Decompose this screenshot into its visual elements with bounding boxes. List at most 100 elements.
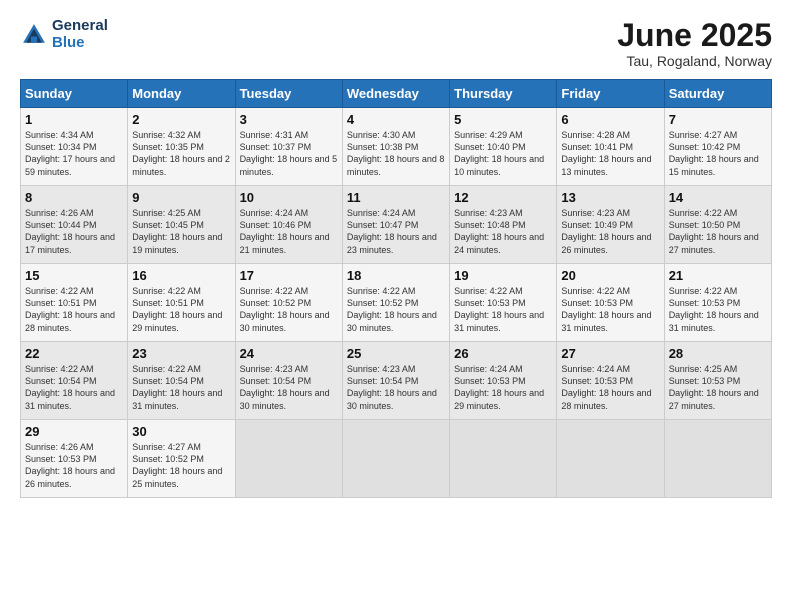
cell-day-number: 25: [347, 346, 445, 361]
calendar-cell: 26 Sunrise: 4:24 AMSunset: 10:53 PMDayli…: [450, 342, 557, 420]
cell-day-number: 18: [347, 268, 445, 283]
calendar-cell: 8 Sunrise: 4:26 AMSunset: 10:44 PMDaylig…: [21, 186, 128, 264]
cell-day-number: 17: [240, 268, 338, 283]
cell-info: Sunrise: 4:32 AMSunset: 10:35 PMDaylight…: [132, 130, 230, 176]
calendar-subtitle: Tau, Rogaland, Norway: [617, 53, 772, 69]
calendar-cell: 15 Sunrise: 4:22 AMSunset: 10:51 PMDayli…: [21, 264, 128, 342]
cell-info: Sunrise: 4:24 AMSunset: 10:46 PMDaylight…: [240, 208, 330, 254]
calendar-cell: 21 Sunrise: 4:22 AMSunset: 10:53 PMDayli…: [664, 264, 771, 342]
calendar-cell: [450, 420, 557, 498]
cell-day-number: 1: [25, 112, 123, 127]
calendar-cell: [235, 420, 342, 498]
cell-day-number: 3: [240, 112, 338, 127]
calendar-cell: 11 Sunrise: 4:24 AMSunset: 10:47 PMDayli…: [342, 186, 449, 264]
calendar-cell: [342, 420, 449, 498]
calendar-title: June 2025: [617, 18, 772, 53]
calendar-cell: 13 Sunrise: 4:23 AMSunset: 10:49 PMDayli…: [557, 186, 664, 264]
cell-day-number: 27: [561, 346, 659, 361]
cell-day-number: 10: [240, 190, 338, 205]
cell-day-number: 20: [561, 268, 659, 283]
cell-info: Sunrise: 4:22 AMSunset: 10:50 PMDaylight…: [669, 208, 759, 254]
calendar-cell: 9 Sunrise: 4:25 AMSunset: 10:45 PMDaylig…: [128, 186, 235, 264]
cell-info: Sunrise: 4:23 AMSunset: 10:54 PMDaylight…: [347, 364, 437, 410]
cell-info: Sunrise: 4:22 AMSunset: 10:53 PMDaylight…: [561, 286, 651, 332]
cell-day-number: 6: [561, 112, 659, 127]
cell-day-number: 14: [669, 190, 767, 205]
cell-info: Sunrise: 4:28 AMSunset: 10:41 PMDaylight…: [561, 130, 651, 176]
calendar-cell: 19 Sunrise: 4:22 AMSunset: 10:53 PMDayli…: [450, 264, 557, 342]
calendar-cell: 29 Sunrise: 4:26 AMSunset: 10:53 PMDayli…: [21, 420, 128, 498]
cell-info: Sunrise: 4:23 AMSunset: 10:54 PMDaylight…: [240, 364, 330, 410]
logo: General Blue: [20, 18, 108, 51]
cell-info: Sunrise: 4:22 AMSunset: 10:52 PMDaylight…: [240, 286, 330, 332]
cell-day-number: 16: [132, 268, 230, 283]
cell-day-number: 11: [347, 190, 445, 205]
calendar-cell: 27 Sunrise: 4:24 AMSunset: 10:53 PMDayli…: [557, 342, 664, 420]
cell-info: Sunrise: 4:24 AMSunset: 10:47 PMDaylight…: [347, 208, 437, 254]
cell-day-number: 29: [25, 424, 123, 439]
cell-day-number: 23: [132, 346, 230, 361]
calendar-cell: 17 Sunrise: 4:22 AMSunset: 10:52 PMDayli…: [235, 264, 342, 342]
cell-day-number: 7: [669, 112, 767, 127]
calendar-cell: 6 Sunrise: 4:28 AMSunset: 10:41 PMDaylig…: [557, 108, 664, 186]
cell-day-number: 28: [669, 346, 767, 361]
cell-info: Sunrise: 4:25 AMSunset: 10:45 PMDaylight…: [132, 208, 222, 254]
cell-day-number: 2: [132, 112, 230, 127]
calendar-cell: [557, 420, 664, 498]
calendar-cell: 16 Sunrise: 4:22 AMSunset: 10:51 PMDayli…: [128, 264, 235, 342]
title-block: June 2025 Tau, Rogaland, Norway: [617, 18, 772, 69]
cell-info: Sunrise: 4:31 AMSunset: 10:37 PMDaylight…: [240, 130, 338, 176]
page: General Blue June 2025 Tau, Rogaland, No…: [0, 0, 792, 612]
calendar-cell: 20 Sunrise: 4:22 AMSunset: 10:53 PMDayli…: [557, 264, 664, 342]
calendar-cell: 10 Sunrise: 4:24 AMSunset: 10:46 PMDayli…: [235, 186, 342, 264]
cell-day-number: 22: [25, 346, 123, 361]
cell-day-number: 21: [669, 268, 767, 283]
cell-info: Sunrise: 4:22 AMSunset: 10:51 PMDaylight…: [132, 286, 222, 332]
cell-day-number: 26: [454, 346, 552, 361]
cell-day-number: 13: [561, 190, 659, 205]
cell-day-number: 8: [25, 190, 123, 205]
cell-day-number: 19: [454, 268, 552, 283]
cell-info: Sunrise: 4:27 AMSunset: 10:42 PMDaylight…: [669, 130, 759, 176]
cell-info: Sunrise: 4:26 AMSunset: 10:53 PMDaylight…: [25, 442, 115, 488]
cell-info: Sunrise: 4:22 AMSunset: 10:52 PMDaylight…: [347, 286, 437, 332]
calendar-cell: 12 Sunrise: 4:23 AMSunset: 10:48 PMDayli…: [450, 186, 557, 264]
header-day: Thursday: [450, 80, 557, 108]
calendar-cell: 14 Sunrise: 4:22 AMSunset: 10:50 PMDayli…: [664, 186, 771, 264]
header-row: SundayMondayTuesdayWednesdayThursdayFrid…: [21, 80, 772, 108]
calendar-cell: 28 Sunrise: 4:25 AMSunset: 10:53 PMDayli…: [664, 342, 771, 420]
calendar-cell: 25 Sunrise: 4:23 AMSunset: 10:54 PMDayli…: [342, 342, 449, 420]
cell-info: Sunrise: 4:22 AMSunset: 10:53 PMDaylight…: [454, 286, 544, 332]
calendar-week-row: 22 Sunrise: 4:22 AMSunset: 10:54 PMDayli…: [21, 342, 772, 420]
calendar-cell: 18 Sunrise: 4:22 AMSunset: 10:52 PMDayli…: [342, 264, 449, 342]
cell-info: Sunrise: 4:27 AMSunset: 10:52 PMDaylight…: [132, 442, 222, 488]
cell-info: Sunrise: 4:34 AMSunset: 10:34 PMDaylight…: [25, 130, 115, 176]
calendar-cell: 24 Sunrise: 4:23 AMSunset: 10:54 PMDayli…: [235, 342, 342, 420]
calendar-week-row: 1 Sunrise: 4:34 AMSunset: 10:34 PMDaylig…: [21, 108, 772, 186]
header-day: Tuesday: [235, 80, 342, 108]
calendar-week-row: 29 Sunrise: 4:26 AMSunset: 10:53 PMDayli…: [21, 420, 772, 498]
cell-day-number: 4: [347, 112, 445, 127]
calendar-week-row: 15 Sunrise: 4:22 AMSunset: 10:51 PMDayli…: [21, 264, 772, 342]
calendar-cell: 4 Sunrise: 4:30 AMSunset: 10:38 PMDaylig…: [342, 108, 449, 186]
cell-info: Sunrise: 4:22 AMSunset: 10:54 PMDaylight…: [25, 364, 115, 410]
cell-info: Sunrise: 4:24 AMSunset: 10:53 PMDaylight…: [454, 364, 544, 410]
logo-icon: [20, 21, 48, 49]
header-day: Sunday: [21, 80, 128, 108]
calendar-cell: 23 Sunrise: 4:22 AMSunset: 10:54 PMDayli…: [128, 342, 235, 420]
header-day: Saturday: [664, 80, 771, 108]
cell-day-number: 24: [240, 346, 338, 361]
calendar-cell: 2 Sunrise: 4:32 AMSunset: 10:35 PMDaylig…: [128, 108, 235, 186]
header-day: Monday: [128, 80, 235, 108]
calendar-cell: 7 Sunrise: 4:27 AMSunset: 10:42 PMDaylig…: [664, 108, 771, 186]
header-day: Wednesday: [342, 80, 449, 108]
cell-day-number: 9: [132, 190, 230, 205]
cell-info: Sunrise: 4:24 AMSunset: 10:53 PMDaylight…: [561, 364, 651, 410]
calendar-cell: 30 Sunrise: 4:27 AMSunset: 10:52 PMDayli…: [128, 420, 235, 498]
calendar-cell: 1 Sunrise: 4:34 AMSunset: 10:34 PMDaylig…: [21, 108, 128, 186]
cell-info: Sunrise: 4:23 AMSunset: 10:49 PMDaylight…: [561, 208, 651, 254]
cell-day-number: 30: [132, 424, 230, 439]
cell-day-number: 12: [454, 190, 552, 205]
calendar-week-row: 8 Sunrise: 4:26 AMSunset: 10:44 PMDaylig…: [21, 186, 772, 264]
cell-info: Sunrise: 4:22 AMSunset: 10:54 PMDaylight…: [132, 364, 222, 410]
